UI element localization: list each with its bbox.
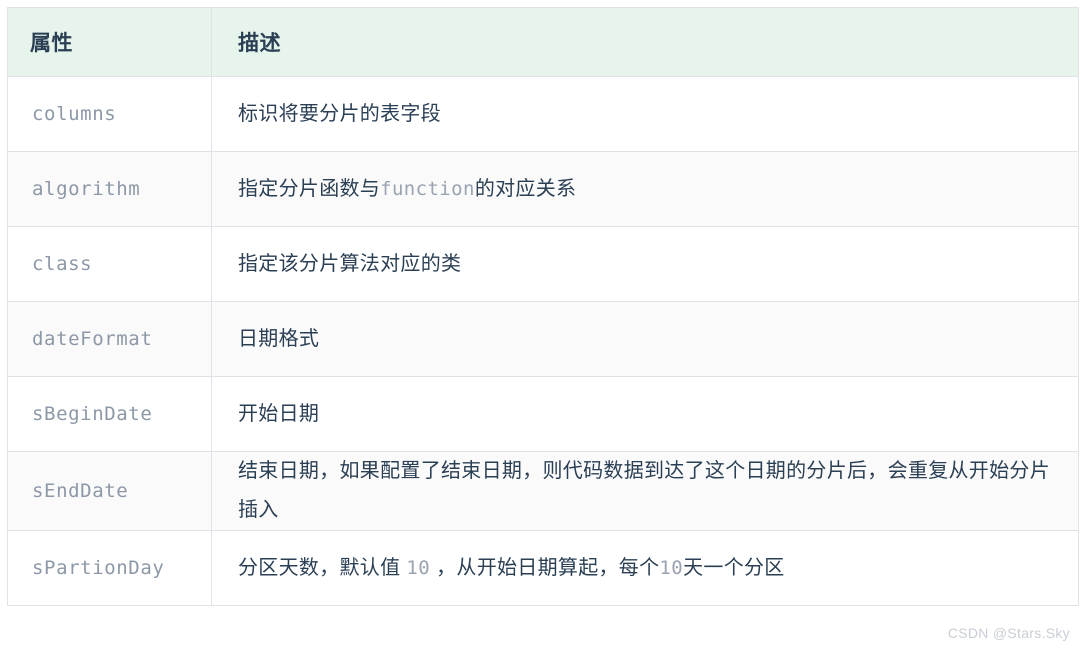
desc-text: 开始日期 [238,403,319,425]
cell-description: 指定该分片算法对应的类 [212,227,1079,302]
table-body: columns 标识将要分片的表字段 algorithm 指定分片函数与func… [8,77,1079,606]
table-header: 属性 描述 [8,8,1079,77]
cell-attribute: class [8,227,212,302]
cell-attribute: sBeginDate [8,377,212,452]
cell-description: 标识将要分片的表字段 [212,77,1079,152]
table-row: class 指定该分片算法对应的类 [8,227,1079,302]
desc-text: 指定该分片算法对应的类 [238,253,461,275]
desc-text-before: 分区天数，默认值 [238,557,400,579]
inline-code-default-value: 10 [406,557,430,579]
table-row: algorithm 指定分片函数与function的对应关系 [8,152,1079,227]
table-row: sEndDate 结束日期，如果配置了结束日期，则代码数据到达了这个日期的分片后… [8,452,1079,531]
cell-attribute: dateFormat [8,302,212,377]
cell-attribute: columns [8,77,212,152]
attributes-table: 属性 描述 columns 标识将要分片的表字段 algorithm 指定分片函… [7,7,1079,606]
cell-description: 指定分片函数与function的对应关系 [212,152,1079,227]
cell-description: 分区天数，默认值10，从开始日期算起，每个10天一个分区 [212,531,1079,606]
desc-text-after: 天一个分区 [683,557,785,579]
cell-description: 日期格式 [212,302,1079,377]
desc-text-before: 指定分片函数与 [238,178,380,200]
table-row: sBeginDate 开始日期 [8,377,1079,452]
desc-text: 日期格式 [238,328,319,350]
table-header-row: 属性 描述 [8,8,1079,77]
desc-text: 标识将要分片的表字段 [238,103,441,125]
column-header-description: 描述 [212,8,1079,77]
desc-text-after: 的对应关系 [475,178,577,200]
cell-attribute: sPartionDay [8,531,212,606]
inline-code-days: 10 [659,557,683,579]
table-row: sPartionDay 分区天数，默认值10，从开始日期算起，每个10天一个分区 [8,531,1079,606]
cell-attribute: sEndDate [8,452,212,531]
cell-description: 结束日期，如果配置了结束日期，则代码数据到达了这个日期的分片后，会重复从开始分片… [212,452,1079,531]
cell-description: 开始日期 [212,377,1079,452]
desc-text: 结束日期，如果配置了结束日期，则代码数据到达了这个日期的分片后，会重复从开始分片… [238,460,1050,521]
column-header-attribute: 属性 [8,8,212,77]
inline-code: function [380,178,475,200]
cell-attribute: algorithm [8,152,212,227]
desc-text-mid: ，从开始日期算起，每个 [436,557,659,579]
table-row: columns 标识将要分片的表字段 [8,77,1079,152]
csdn-watermark: CSDN @Stars.Sky [948,625,1070,641]
page-root: 属性 描述 columns 标识将要分片的表字段 algorithm 指定分片函… [0,0,1086,660]
table-row: dateFormat 日期格式 [8,302,1079,377]
